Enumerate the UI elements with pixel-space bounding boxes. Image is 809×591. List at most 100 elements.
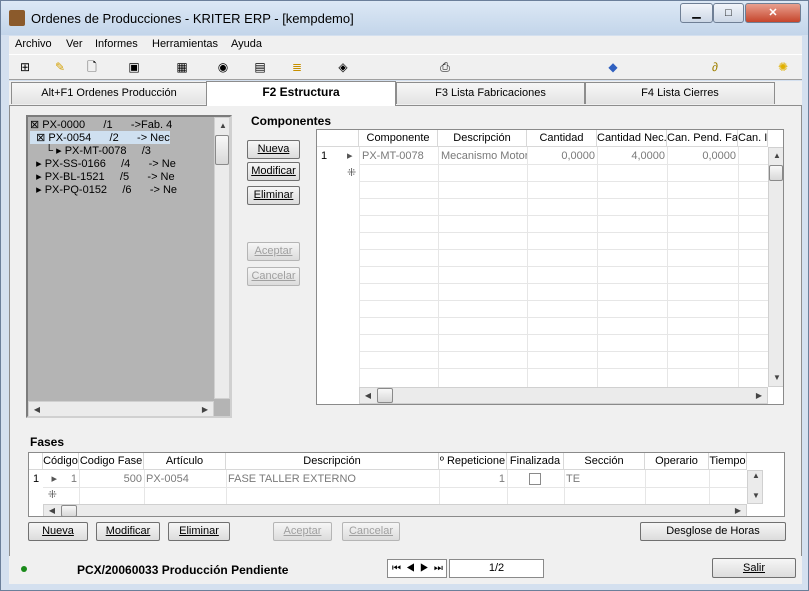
fases-grid[interactable]: Código Codigo Fase Artículo Descripción … (28, 452, 785, 517)
menu-informes[interactable]: Informes (95, 38, 138, 50)
menu-ver[interactable]: Ver (66, 38, 83, 50)
desglose-horas-button[interactable]: Desglose de Horas (640, 522, 786, 541)
lightbulb-icon[interactable]: ✺ (775, 59, 791, 75)
paperclip-icon[interactable]: ∂ (707, 59, 723, 75)
tab-ordenes[interactable]: Alt+F1 Ordenes Producción (11, 82, 207, 104)
cell-repeticiones[interactable]: 1 (439, 471, 507, 488)
tab-lista-cierres[interactable]: F4 Lista Cierres (585, 82, 775, 104)
nueva-button[interactable]: Nueva (247, 140, 300, 159)
globe-icon[interactable]: ◉ (215, 59, 231, 75)
col-codigo[interactable]: Código (43, 453, 79, 470)
tab-estructura[interactable]: F2 Estructura (206, 81, 396, 106)
finalizada-checkbox[interactable] (529, 473, 541, 485)
scroll-down-arrow-icon[interactable]: ▼ (769, 370, 783, 386)
scroll-left-arrow-icon[interactable]: ◀ (44, 505, 60, 516)
componentes-grid[interactable]: Componente Descripción Cantidad Cantidad… (316, 129, 784, 405)
cell-descripcion[interactable]: FASE TALLER EXTERNO (226, 471, 439, 488)
printer-icon[interactable]: ⎙ (437, 59, 453, 75)
scroll-up-arrow-icon[interactable]: ▲ (748, 471, 764, 481)
menu-archivo[interactable]: Archivo (15, 38, 52, 50)
fases-cancelar-button[interactable]: Cancelar (342, 522, 400, 541)
col-componente[interactable]: Componente (359, 130, 438, 147)
col-repeticiones[interactable]: º Repeticione (439, 453, 507, 470)
modificar-button[interactable]: Modificar (247, 162, 300, 181)
cell-cantidad-nec[interactable]: 4,0000 (598, 148, 667, 165)
scroll-up-arrow-icon[interactable]: ▲ (215, 118, 231, 134)
componentes-hscrollbar[interactable]: ◀ ▶ (359, 387, 768, 404)
scroll-thumb[interactable] (215, 135, 229, 165)
cell-cantidad[interactable]: 0,0000 (528, 148, 597, 165)
scroll-thumb[interactable] (769, 165, 783, 181)
record-navigator[interactable]: ⏮◀▶⏭ (387, 559, 447, 578)
col-cantidad-nec[interactable]: Cantidad Nec. (597, 130, 667, 147)
col-operario[interactable]: Operario (645, 453, 709, 470)
stats-icon[interactable]: ◈ (335, 59, 351, 75)
fases-nueva-button[interactable]: Nueva (28, 522, 88, 541)
tag-icon[interactable]: ◆ (605, 59, 621, 75)
structure-tree[interactable]: ⊠ PX-0000 /1 ->Fab. 4 ⊠ PX-0054 /2 -> Ne… (26, 115, 232, 418)
eliminar-button[interactable]: Eliminar (247, 186, 300, 205)
scroll-down-arrow-icon[interactable]: ▼ (748, 491, 764, 501)
scroll-up-arrow-icon[interactable]: ▲ (769, 148, 783, 164)
tree-node[interactable]: └ ▸ PX-MT-0078 /3 (30, 144, 151, 157)
maximize-button[interactable]: □ (713, 3, 744, 23)
col-descripcion[interactable]: Descripción (226, 453, 439, 470)
col-tiempo[interactable]: Tiempo (709, 453, 747, 470)
toolbar: ⊞ ✎ 🗋 ▣ ▦ ◉ ▤ ≣ ◈ ⎙ ◆ ∂ ✺ (9, 54, 802, 80)
tree-node[interactable]: ▸ PX-SS-0166 /4 -> Ne (30, 157, 176, 170)
checklist-icon[interactable]: ≣ (289, 59, 305, 75)
close-button[interactable]: ✕ (745, 3, 801, 23)
col-finalizada[interactable]: Finalizada (507, 453, 564, 470)
aceptar-button[interactable]: Aceptar (247, 242, 300, 261)
col-seccion[interactable]: Sección (564, 453, 645, 470)
tree-node[interactable]: ▸ PX-PQ-0152 /6 -> Ne (30, 183, 177, 196)
tree-node[interactable]: ⊠ PX-0000 /1 ->Fab. 4 (30, 118, 172, 131)
cancelar-button[interactable]: Cancelar (247, 267, 300, 286)
tree-vscrollbar[interactable]: ▲ (214, 117, 230, 399)
scroll-thumb[interactable] (377, 388, 393, 403)
fases-eliminar-button[interactable]: Eliminar (168, 522, 230, 541)
scroll-right-arrow-icon[interactable]: ▶ (730, 505, 746, 516)
tree-hscrollbar[interactable]: ◀ ▶ (28, 401, 214, 417)
cell-codigo[interactable]: 1 (43, 471, 79, 488)
find-icon[interactable]: ▣ (126, 59, 142, 75)
fases-vscrollbar[interactable]: ▲ ▼ (747, 470, 763, 504)
col-can-pend-fab[interactable]: Can. Pend. Fab (667, 130, 738, 147)
menu-bar: Archivo Ver Informes Herramientas Ayuda (9, 36, 802, 54)
cell-articulo[interactable]: PX-0054 (144, 471, 226, 488)
tree-node[interactable]: ▸ PX-BL-1521 /5 -> Ne (30, 170, 175, 183)
pencil-icon[interactable]: ✎ (52, 59, 68, 75)
cell-can-pend-fab[interactable]: 0,0000 (668, 148, 738, 165)
scroll-right-arrow-icon[interactable]: ▶ (751, 388, 767, 404)
cell-seccion[interactable]: TE (564, 471, 645, 488)
scroll-thumb[interactable] (61, 505, 77, 516)
calc-icon[interactable]: ▦ (174, 59, 190, 75)
scroll-left-arrow-icon[interactable]: ◀ (29, 402, 45, 418)
col-articulo[interactable]: Artículo (144, 453, 226, 470)
col-can-i[interactable]: Can. I (738, 130, 768, 147)
tree-icon[interactable]: ⊞ (17, 59, 33, 75)
new-row-icon: ⁜ (347, 167, 357, 179)
componentes-vscrollbar[interactable]: ▲ ▼ (768, 147, 783, 387)
print-preview-icon[interactable]: 🗋 (84, 59, 100, 75)
col-codigo-fase[interactable]: Codigo Fase (79, 453, 144, 470)
menu-herramientas[interactable]: Herramientas (152, 38, 218, 50)
scroll-left-arrow-icon[interactable]: ◀ (360, 388, 376, 404)
tab-strip: Alt+F1 Ordenes Producción F2 Estructura … (9, 81, 802, 106)
cell-codigo-fase[interactable]: 500 (79, 471, 144, 488)
clipboard-icon[interactable]: ▤ (252, 59, 268, 75)
scroll-right-arrow-icon[interactable]: ▶ (197, 402, 213, 418)
fases-aceptar-button[interactable]: Aceptar (273, 522, 332, 541)
status-bar: PCX/20060033 Producción Pendiente ⏮◀▶⏭ 1… (9, 556, 802, 584)
fases-modificar-button[interactable]: Modificar (96, 522, 160, 541)
tab-lista-fabricaciones[interactable]: F3 Lista Fabricaciones (396, 82, 585, 104)
tree-node-selected[interactable]: ⊠ PX-0054 /2 -> Nec (30, 131, 170, 144)
salir-button[interactable]: Salir (712, 558, 796, 578)
menu-ayuda[interactable]: Ayuda (231, 38, 262, 50)
col-descripcion[interactable]: Descripción (438, 130, 527, 147)
minimize-button[interactable]: ▁ (680, 3, 713, 23)
col-cantidad[interactable]: Cantidad (527, 130, 597, 147)
cell-descripcion[interactable]: Mecanismo Motor (439, 148, 527, 165)
cell-componente[interactable]: PX-MT-0078 (360, 148, 438, 165)
fases-hscrollbar[interactable]: ◀ ▶ (43, 504, 747, 516)
